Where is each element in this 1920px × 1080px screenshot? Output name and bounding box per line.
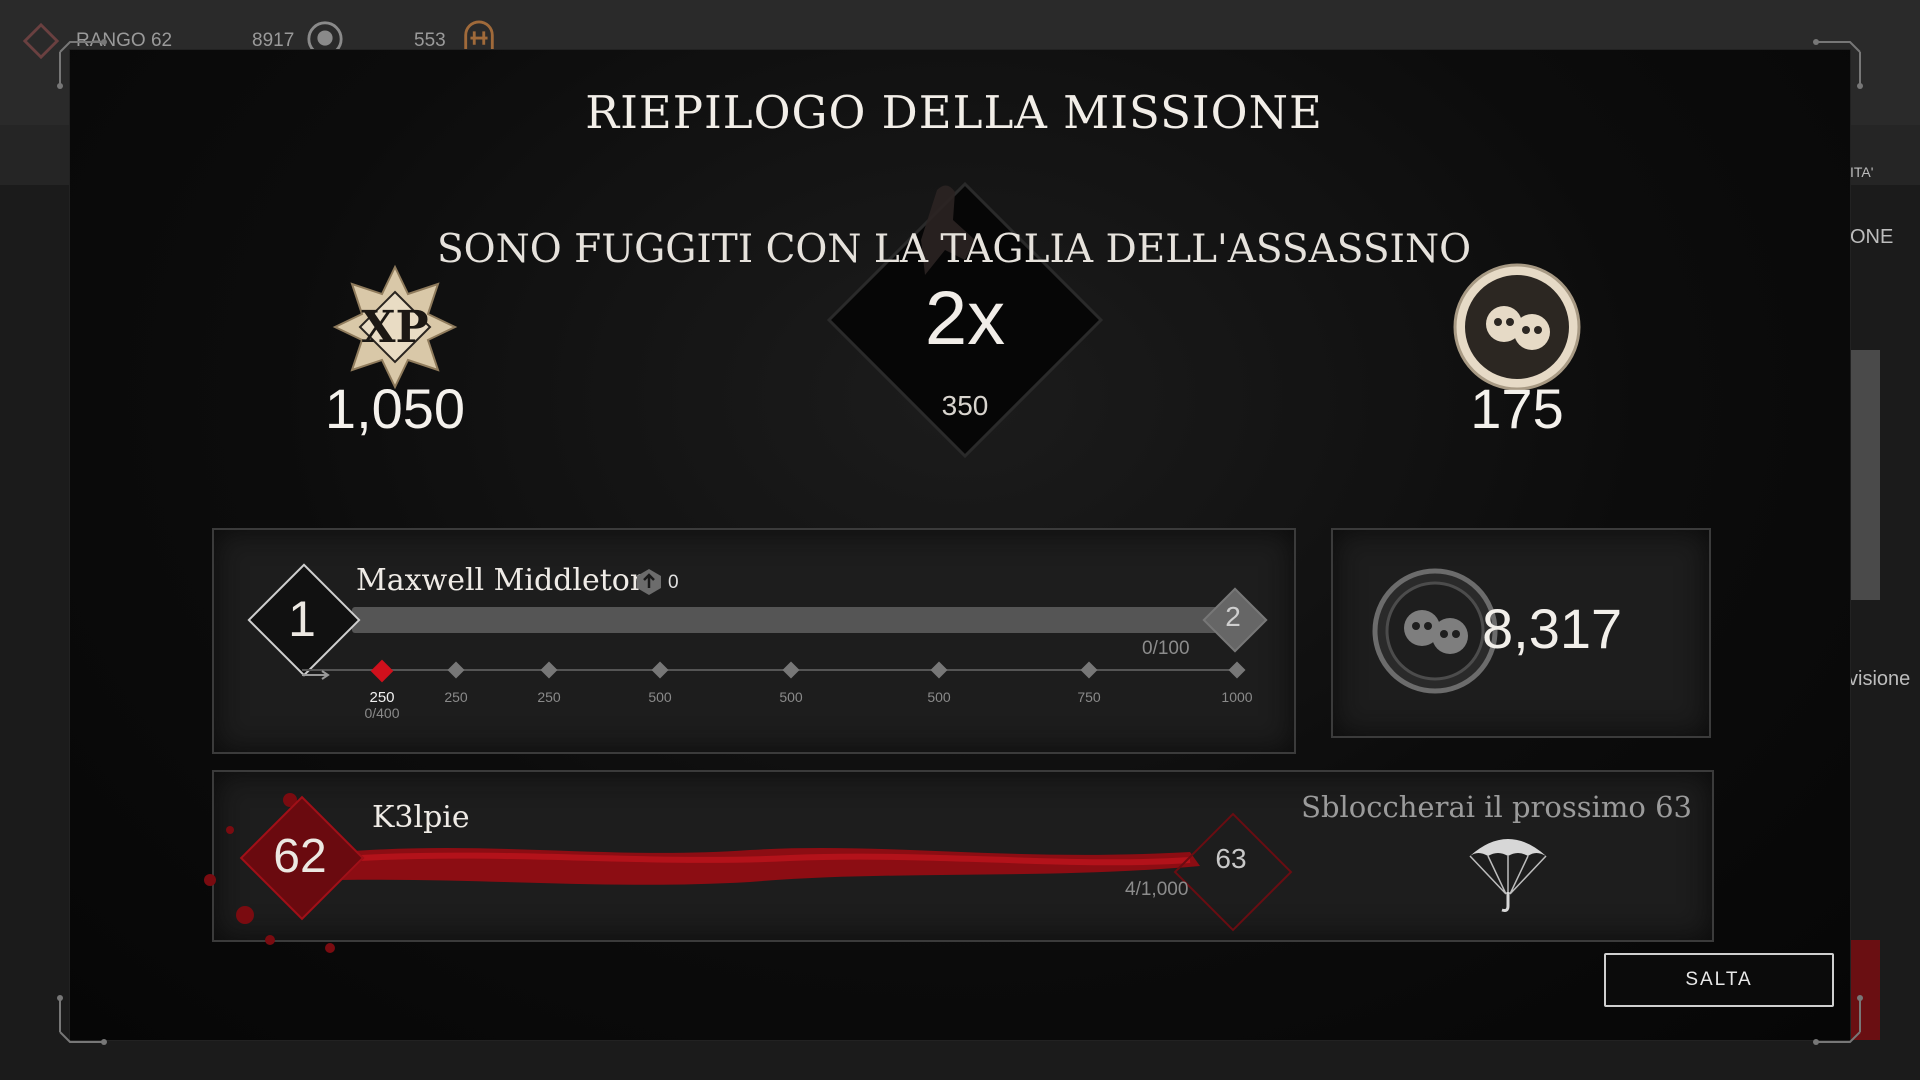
milestone-label: 250 bbox=[537, 689, 561, 705]
account-level: 62 bbox=[273, 830, 327, 883]
milestone-label: 500 bbox=[779, 689, 803, 705]
account-progress: 4/1,000 bbox=[1125, 879, 1189, 900]
xp-earned-value: 1,050 bbox=[324, 377, 466, 440]
ornament-corner bbox=[57, 39, 107, 89]
mission-result-text: SONO FUGGITI CON LA TAGLIA DELL'ASSASSIN… bbox=[436, 227, 1472, 272]
milestone-start-arrow bbox=[302, 665, 332, 680]
multiplier-value: 2x bbox=[924, 276, 1006, 361]
hunter-next-level: 2 bbox=[1225, 601, 1241, 632]
milestone-label: 1000 bbox=[1221, 689, 1253, 705]
currency-hunt-dollars: 8917 bbox=[252, 30, 295, 51]
milestone-track bbox=[302, 669, 1242, 671]
page-title: RIEPILOGO DELLA MISSIONE bbox=[585, 86, 1323, 139]
milestone-label: 250 bbox=[444, 689, 468, 705]
background-label: visione bbox=[1848, 668, 1911, 690]
hunter-level: 1 bbox=[288, 591, 316, 647]
hunt-dollar-coin-icon bbox=[1453, 263, 1581, 391]
xp-icon: XP bbox=[332, 264, 458, 390]
skip-button[interactable]: SALTA bbox=[1604, 953, 1834, 1007]
hunter-xp-bar bbox=[352, 607, 1222, 633]
account-next-level: 63 bbox=[1215, 843, 1247, 874]
hunt-dollars-earned-value: 175 bbox=[1470, 377, 1564, 440]
unlock-next-text: Sbloccherai il prossimo 63 bbox=[1301, 790, 1692, 824]
hunter-xp-progress: 0/100 bbox=[1142, 638, 1190, 659]
background-label: ITA' bbox=[1850, 164, 1874, 180]
ornament-corner bbox=[57, 995, 107, 1045]
prestige-icon bbox=[637, 569, 661, 595]
hunt-dollar-wallet-icon bbox=[1372, 568, 1498, 694]
svg-text:XP: XP bbox=[361, 302, 428, 353]
currency-blood-bonds: 553 bbox=[414, 30, 446, 51]
ornament-corner bbox=[1813, 39, 1863, 89]
parachute-icon bbox=[1469, 839, 1547, 912]
milestone-label: 750 bbox=[1077, 689, 1101, 705]
wallet-total: 8,317 bbox=[1482, 597, 1623, 660]
multiplier-base-value: 350 bbox=[941, 390, 989, 421]
milestone-label: 500 bbox=[648, 689, 672, 705]
hunter-name: Maxwell Middleton bbox=[356, 563, 650, 598]
milestone-label: 500 bbox=[927, 689, 951, 705]
prestige-value: 0 bbox=[668, 572, 679, 593]
milestone-current-progress: 0/400 bbox=[364, 705, 400, 721]
milestone-label: 250 bbox=[369, 689, 395, 706]
account-name: K3lpie bbox=[372, 800, 470, 835]
